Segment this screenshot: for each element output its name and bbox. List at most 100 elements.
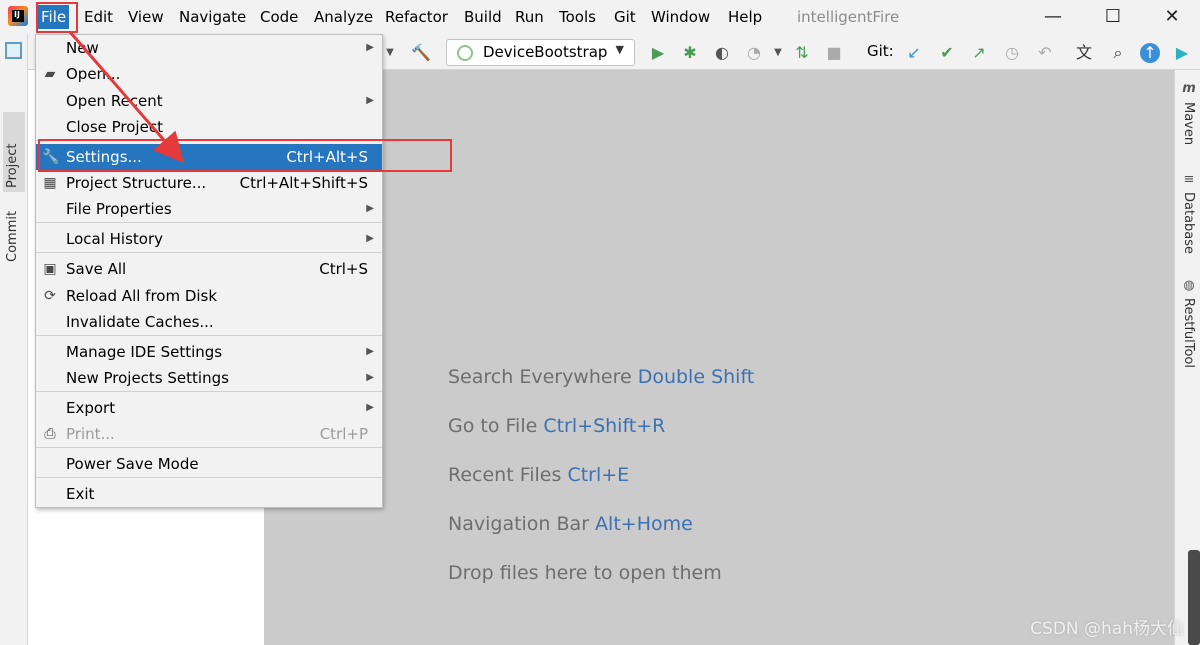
database-tab-label: Database — [1181, 192, 1196, 255]
menu-item-label: Reload All from Disk — [66, 287, 218, 305]
file-menu-item-local-history[interactable]: Local History ▶ — [36, 226, 382, 252]
code-with-me-icon[interactable]: ▶ — [1172, 43, 1192, 63]
menu-tools[interactable]: Tools — [556, 5, 599, 29]
file-menu-item-manage-ide-settings[interactable]: Manage IDE Settings ▶ — [36, 339, 382, 365]
menu-edit[interactable]: Edit — [81, 5, 116, 29]
git-update-icon[interactable]: ↙ — [904, 43, 924, 63]
file-menu-item-save-all[interactable]: ▣ Save All Ctrl+S — [36, 256, 382, 282]
file-menu-item-new[interactable]: New ▶ — [36, 35, 382, 61]
menu-item-label: Close Project — [66, 118, 163, 136]
tab-restfultool[interactable]: RestfulTool — [1181, 298, 1196, 368]
hint-text: Recent Files — [448, 464, 568, 486]
menu-item-label: New Projects Settings — [66, 369, 229, 387]
menu-separator — [36, 252, 382, 253]
menu-separator — [36, 391, 382, 392]
git-history-icon[interactable]: ◷ — [1002, 43, 1022, 63]
menu-help[interactable]: Help — [725, 5, 765, 29]
submenu-arrow-icon: ▶ — [366, 402, 374, 413]
hint-text: Navigation Bar — [448, 513, 596, 535]
git-label: Git: — [867, 42, 894, 60]
menu-analyze[interactable]: Analyze — [311, 5, 376, 29]
file-menu-item-power-save-mode[interactable]: Power Save Mode — [36, 451, 382, 477]
file-menu-item-print[interactable]: ⎙ Print... Ctrl+P — [36, 421, 382, 447]
memory-indicator — [1188, 550, 1200, 645]
window-title: intelligentFire — [797, 8, 900, 26]
file-menu-item-project-structure[interactable]: ▦ Project Structure... Ctrl+Alt+Shift+S — [36, 170, 382, 196]
menu-item-label: Local History — [66, 230, 164, 248]
menu-refactor[interactable]: Refactor — [382, 5, 451, 29]
hint-shortcut: Double Shift — [637, 366, 755, 388]
menu-separator — [36, 477, 382, 478]
tab-project[interactable]: Project — [3, 112, 25, 192]
menu-item-label: File Properties — [66, 200, 172, 218]
tab-database[interactable]: Database — [1181, 192, 1196, 254]
search-icon[interactable]: ⌕ — [1108, 43, 1128, 63]
menu-window[interactable]: Window — [648, 5, 713, 29]
coverage-icon[interactable]: ◐ — [712, 43, 732, 63]
menu-separator — [36, 447, 382, 448]
maven-icon: m — [1182, 81, 1196, 96]
project-structure-icon: ▦ — [43, 175, 57, 191]
close-button[interactable]: ✕ — [1152, 2, 1192, 32]
menu-item-shortcut: Ctrl+P — [319, 425, 368, 443]
profile-icon[interactable]: ◔ — [744, 43, 764, 63]
settings-highlight-box — [38, 139, 452, 172]
run-configuration-label: DeviceBootstrap — [483, 43, 608, 61]
hint-text: Drop files here to open them — [448, 562, 722, 584]
git-rollback-icon[interactable]: ↶ — [1035, 43, 1055, 63]
menu-code[interactable]: Code — [257, 5, 301, 29]
panel-toggle-icon[interactable] — [5, 42, 22, 59]
file-menu-dropdown: New ▶ ▰ Open... Open Recent ▶ Close Project 🔧 Se… — [35, 34, 383, 508]
tab-commit[interactable]: Commit — [5, 202, 20, 262]
spring-boot-icon — [457, 45, 473, 61]
git-push-icon[interactable]: ↗ — [969, 43, 989, 63]
watermark: CSDN @hah杨大仙 — [1030, 619, 1184, 639]
restfultool-tab-label: RestfulTool — [1181, 298, 1196, 368]
file-menu-item-open[interactable]: ▰ Open... — [36, 61, 382, 87]
left-tool-strip: Project Commit — [0, 34, 28, 645]
menu-item-label: Open... — [66, 65, 121, 83]
maximize-button[interactable]: ☐ — [1093, 2, 1133, 32]
file-menu-item-new-projects-settings[interactable]: New Projects Settings ▶ — [36, 365, 382, 391]
file-menu-item-invalidate-caches[interactable]: Invalidate Caches... — [36, 309, 382, 335]
reload-icon: ⟳ — [44, 288, 56, 304]
file-menu-item-open-recent[interactable]: Open Recent ▶ — [36, 88, 382, 114]
hint-go-to-file: Go to File Ctrl+Shift+R — [448, 415, 665, 437]
menu-build[interactable]: Build — [461, 5, 505, 29]
submenu-arrow-icon: ▶ — [366, 346, 374, 357]
minimize-button[interactable]: — — [1033, 2, 1073, 32]
commit-tab-label: Commit — [5, 210, 20, 262]
file-menu-item-exit[interactable]: Exit — [36, 481, 382, 507]
menu-run[interactable]: Run — [512, 5, 547, 29]
file-menu-item-export[interactable]: Export ▶ — [36, 395, 382, 421]
run-icon[interactable]: ▶ — [648, 43, 668, 63]
globe-icon: ◍ — [1183, 278, 1195, 293]
menu-separator — [36, 222, 382, 223]
translate-icon[interactable]: 文 — [1074, 43, 1094, 63]
menu-item-label: Export — [66, 399, 116, 417]
file-menu-item-reload-all-from-disk[interactable]: ⟳ Reload All from Disk — [36, 283, 382, 309]
rerun-icon[interactable]: ⇅ — [792, 43, 812, 63]
right-tool-strip: m Maven ≡ Database ◍ RestfulTool — [1174, 70, 1200, 645]
submenu-arrow-icon: ▶ — [366, 203, 374, 214]
menu-git[interactable]: Git — [611, 5, 639, 29]
file-menu-item-close-project[interactable]: Close Project — [36, 114, 382, 140]
menu-item-label: Power Save Mode — [66, 455, 199, 473]
menu-navigate[interactable]: Navigate — [176, 5, 249, 29]
toolbar-dropdown-icon[interactable]: ▼ — [380, 43, 400, 63]
git-commit-icon[interactable]: ✔ — [937, 43, 957, 63]
run-configuration-select[interactable]: DeviceBootstrap ▼ — [446, 39, 635, 66]
menu-view[interactable]: View — [125, 5, 167, 29]
file-menu-item-file-properties[interactable]: File Properties ▶ — [36, 196, 382, 222]
build-hammer-icon[interactable]: 🔨 — [411, 43, 431, 63]
menu-item-label: Open Recent — [66, 92, 163, 110]
intellij-logo-icon: IJ — [8, 6, 28, 26]
hint-drop-files: Drop files here to open them — [448, 562, 722, 584]
chevron-down-icon: ▼ — [615, 43, 624, 56]
debug-icon[interactable]: ✱ — [680, 43, 700, 63]
stop-icon[interactable]: ■ — [824, 43, 844, 63]
update-icon[interactable]: ↑ — [1140, 43, 1160, 63]
tab-maven[interactable]: Maven — [1181, 102, 1196, 145]
more-run-options-icon[interactable]: ▼ — [768, 43, 788, 63]
save-icon: ▣ — [43, 261, 57, 277]
